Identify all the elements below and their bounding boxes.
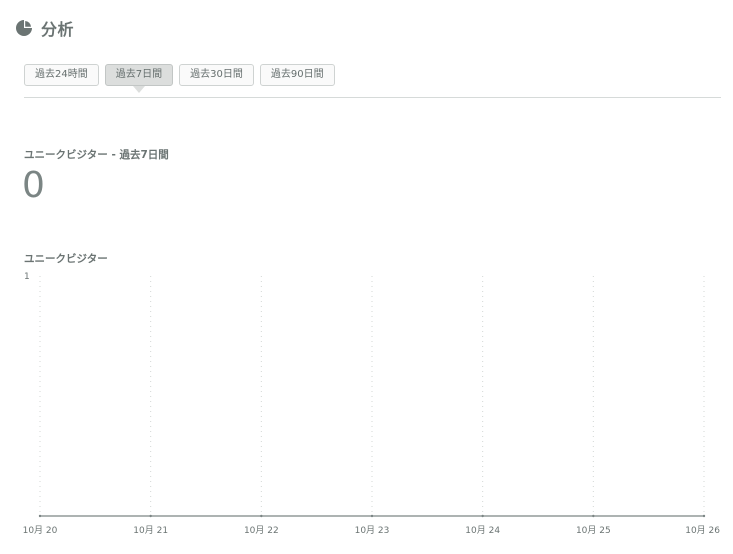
data-point — [481, 514, 484, 518]
tab-past-24-hours[interactable]: 過去24時間 — [24, 64, 99, 86]
unique-visitors-chart: 1 10月 20 10月 21 10月 22 10月 23 10月 24 10月 25 10月… — [23, 272, 721, 536]
x-tick-label: 10月 22 — [244, 525, 279, 536]
tabs-divider — [24, 97, 721, 98]
unique-visitors-label: ユニークビジター - 過去7日間 — [24, 149, 169, 161]
data-point — [38, 514, 42, 518]
x-tick-label: 10月 23 — [355, 525, 390, 536]
data-point — [370, 514, 374, 518]
data-point — [702, 514, 706, 518]
y-tick-label: 1 — [24, 272, 30, 282]
x-tick-label: 10月 24 — [465, 525, 500, 536]
range-tabs: 過去24時間 過去7日間 過去30日間 過去90日間 — [24, 64, 335, 86]
x-tick-label: 10月 21 — [133, 525, 168, 536]
x-tick-label: 10月 25 — [576, 525, 611, 536]
tab-past-30-days[interactable]: 過去30日間 — [179, 64, 254, 86]
page-header: 分析 — [15, 16, 74, 40]
tab-past-7-days[interactable]: 過去7日間 — [104, 64, 174, 86]
data-point — [260, 514, 263, 518]
data-point — [149, 514, 152, 518]
page-title: 分析 — [41, 20, 75, 39]
data-point — [592, 514, 595, 518]
tab-past-90-days[interactable]: 過去90日間 — [259, 64, 335, 86]
pie-chart-icon — [16, 19, 33, 36]
unique-visitors-count: 0 — [22, 165, 45, 206]
x-tick-label: 10月 20 — [23, 525, 58, 536]
x-tick-label: 10月 26 — [685, 525, 720, 536]
chart-title: ユニークビジター — [24, 253, 108, 265]
